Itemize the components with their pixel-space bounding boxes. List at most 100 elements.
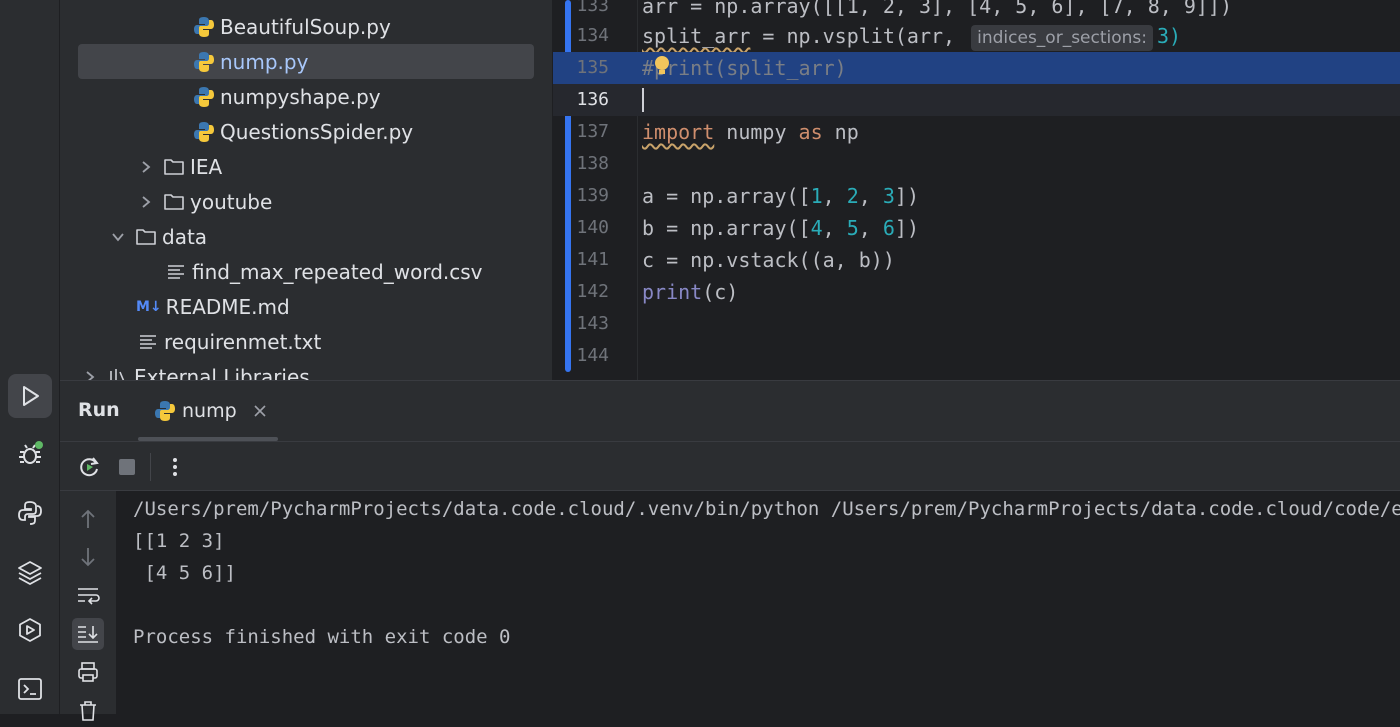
layers-tool-button[interactable] <box>8 550 52 594</box>
toolbar-separator <box>150 453 151 481</box>
python-file-icon <box>192 15 216 39</box>
services-icon <box>19 618 41 642</box>
code-token: split_arr <box>642 24 751 48</box>
line-number: 140 <box>576 217 609 238</box>
scroll-to-end-button[interactable] <box>72 618 104 650</box>
code-text: print(c) <box>642 276 738 308</box>
tree-item-readme[interactable]: M↓ README.md <box>136 289 290 324</box>
more-options-button[interactable] <box>160 452 190 482</box>
line-number: 133 <box>576 0 609 16</box>
chevron-right-icon[interactable] <box>136 157 156 177</box>
run-header: Run nump <box>60 381 1400 441</box>
terminal-tool-button[interactable] <box>8 667 52 711</box>
project-tree-panel: BeautifulSoup.py nump.py numpyshape.py Q… <box>60 0 552 380</box>
tree-item-label: External Libraries <box>134 364 310 381</box>
run-tab-nump[interactable]: nump <box>138 381 278 441</box>
folder-open-icon <box>134 225 158 249</box>
tree-item-external-libraries[interactable]: External Libraries <box>80 359 310 380</box>
code-token: as <box>798 120 823 144</box>
code-text: #print(split_arr) <box>642 52 847 84</box>
python-file-icon <box>192 50 216 74</box>
lightbulb-icon[interactable] <box>653 54 671 78</box>
close-icon[interactable] <box>253 404 267 418</box>
code-token: 6 <box>882 216 895 240</box>
code-token: 2 <box>846 184 859 208</box>
debug-tool-button[interactable] <box>8 432 52 476</box>
soft-wrap-icon <box>78 588 100 605</box>
code-token: import <box>642 120 715 144</box>
tree-item-beautifulsoup[interactable]: BeautifulSoup.py <box>192 9 391 44</box>
folder-icon <box>162 190 186 214</box>
scroll-up-button[interactable] <box>72 503 104 535</box>
run-panel-title: Run <box>78 399 120 421</box>
tree-item-label: nump.py <box>220 49 309 74</box>
code-token: 4 <box>810 216 823 240</box>
code-token: 3 <box>882 184 895 208</box>
print-icon <box>78 662 98 682</box>
tree-item-label: youtube <box>190 189 273 214</box>
code-token: numpy <box>714 120 799 144</box>
line-number: 142 <box>576 281 609 302</box>
code-editor[interactable]: 133 arr = np.array([[1, 2, 3], [4, 5, 6]… <box>552 0 1400 380</box>
services-tool-button[interactable] <box>8 608 52 652</box>
tree-item-label: requirenmet.txt <box>164 329 322 354</box>
python-console-button[interactable] <box>8 491 52 535</box>
markdown-icon: M↓ <box>136 298 162 315</box>
tree-item-label: BeautifulSoup.py <box>220 14 391 39</box>
run-icon <box>23 386 39 406</box>
run-toolbar <box>60 441 1400 491</box>
more-vertical-icon <box>173 458 177 476</box>
code-token: 3) <box>1157 24 1182 48</box>
line-number: 139 <box>576 185 609 206</box>
tree-item-requirements[interactable]: requirenmet.txt <box>136 324 321 359</box>
library-icon <box>106 365 130 380</box>
tree-item-youtube[interactable]: youtube <box>136 184 272 219</box>
line-number: 137 <box>576 121 609 142</box>
chevron-right-icon[interactable] <box>136 192 156 212</box>
code-line-138: 138 <box>553 148 1400 180</box>
run-tool-window: Run nump /Users/prem/PycharmProjects/dat… <box>60 381 1400 721</box>
code-line-142: 142 print(c) <box>553 276 1400 308</box>
text-file-icon <box>136 330 160 354</box>
tree-item-iea[interactable]: IEA <box>136 149 222 184</box>
console-line: [4 5 6]] <box>133 562 236 584</box>
line-number: 141 <box>576 249 609 270</box>
debug-bug-icon <box>19 441 43 464</box>
text-caret <box>642 88 644 112</box>
code-text: arr = np.array([[1, 2, 3], [4, 5, 6], [7… <box>642 0 1233 18</box>
tree-item-label: numpyshape.py <box>220 84 381 109</box>
code-line-135: 135 #print(split_arr) <box>553 52 1400 84</box>
chevron-down-icon[interactable] <box>108 227 128 247</box>
soft-wrap-button[interactable] <box>72 580 104 612</box>
tree-item-label: data <box>162 224 208 249</box>
scroll-down-button[interactable] <box>72 541 104 573</box>
scroll-to-end-icon <box>78 626 98 643</box>
line-number: 135 <box>576 57 609 78</box>
chevron-right-icon[interactable] <box>80 367 100 380</box>
tree-item-nump[interactable]: nump.py <box>192 44 308 79</box>
code-line-133: 133 arr = np.array([[1, 2, 3], [4, 5, 6]… <box>553 0 1400 22</box>
code-line-139: 139 a = np.array([1, 2, 3]) <box>553 180 1400 212</box>
terminal-icon <box>18 678 42 700</box>
stop-button[interactable] <box>112 452 142 482</box>
code-token: 1 <box>810 184 823 208</box>
run-tool-button[interactable] <box>8 374 52 418</box>
code-token: (c) <box>702 280 739 304</box>
code-text: split_arr = np.vsplit(arr, indices_or_se… <box>642 20 1181 52</box>
print-button[interactable] <box>72 656 104 688</box>
stop-icon <box>119 459 135 475</box>
tree-item-data[interactable]: data <box>108 219 207 254</box>
tree-item-numpyshape[interactable]: numpyshape.py <box>192 79 381 114</box>
tree-item-csv[interactable]: find_max_repeated_word.csv <box>164 254 483 289</box>
console-output[interactable]: /Users/prem/PycharmProjects/data.code.cl… <box>116 491 1400 714</box>
tree-item-label: README.md <box>165 294 290 319</box>
console-line: /Users/prem/PycharmProjects/data.code.cl… <box>133 498 1400 520</box>
tree-item-label: find_max_repeated_word.csv <box>192 259 483 284</box>
clear-console-button[interactable] <box>72 695 104 727</box>
console-line: [[1 2 3] <box>133 530 225 552</box>
code-text: b = np.array([4, 5, 6]) <box>642 216 919 240</box>
line-number: 143 <box>576 313 609 334</box>
line-number: 136 <box>576 89 609 110</box>
rerun-button[interactable] <box>74 452 104 482</box>
tree-item-questionsspider[interactable]: QuestionsSpider.py <box>192 114 413 149</box>
